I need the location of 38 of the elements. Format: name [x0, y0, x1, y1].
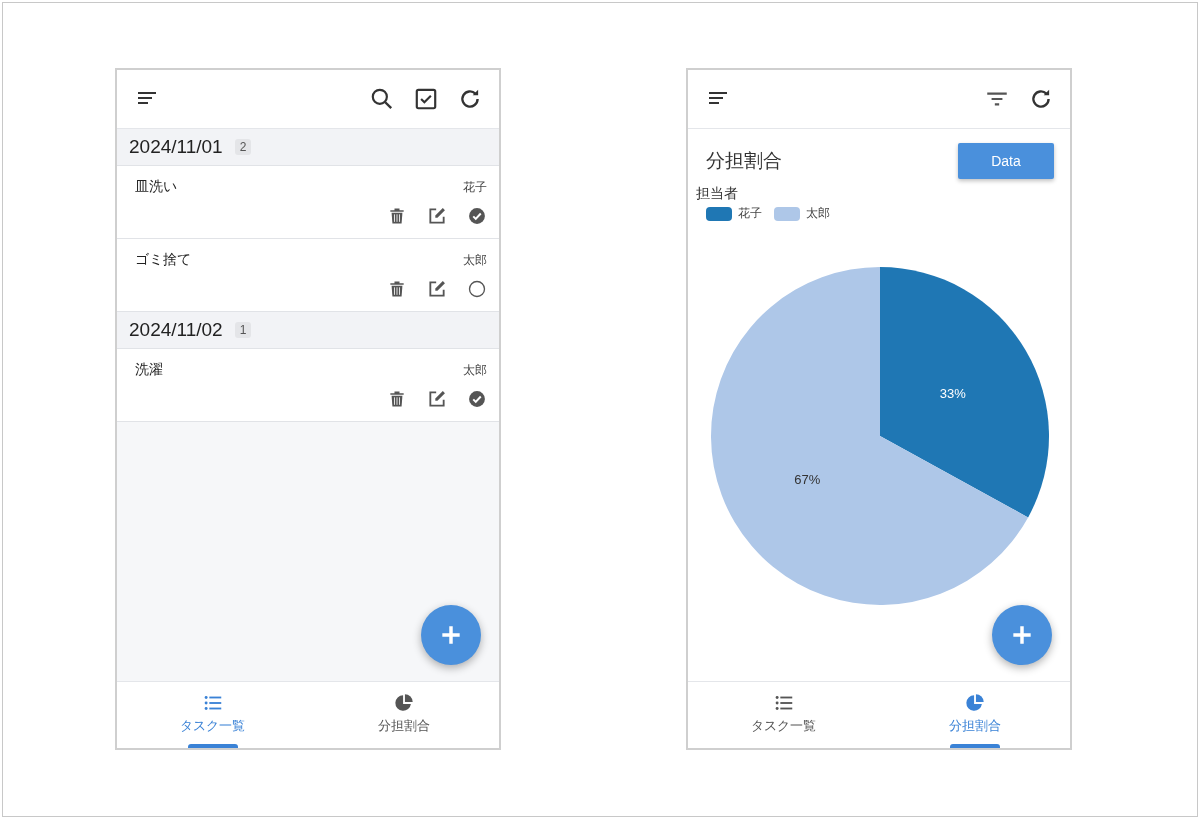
- empty-circle-icon[interactable]: [467, 279, 487, 299]
- task-name: 洗濯: [135, 361, 163, 379]
- trash-icon[interactable]: [387, 279, 407, 299]
- legend-label: 花子: [738, 205, 762, 222]
- date-label: 2024/11/01: [129, 136, 223, 158]
- chart-title: 分担割合: [706, 149, 782, 173]
- task-name: ゴミ捨て: [135, 251, 191, 269]
- nav-tab[interactable]: 分担割合: [308, 682, 499, 748]
- add-button[interactable]: [992, 605, 1052, 665]
- edit-icon[interactable]: [427, 389, 447, 409]
- task-row[interactable]: 洗濯 太郎: [117, 349, 499, 422]
- task-row[interactable]: ゴミ捨て 太郎: [117, 239, 499, 312]
- nav-tab[interactable]: 分担割合: [879, 682, 1070, 748]
- check-circle-icon[interactable]: [467, 206, 487, 226]
- edit-icon[interactable]: [427, 279, 447, 299]
- count-badge: 1: [234, 322, 252, 338]
- pie-chart-icon: [963, 691, 986, 714]
- task-name: 皿洗い: [135, 178, 177, 196]
- assignee-name: 花子: [463, 178, 487, 196]
- count-badge: 2: [234, 139, 252, 155]
- legend-label: 太郎: [806, 205, 830, 222]
- date-label: 2024/11/02: [129, 319, 223, 341]
- edit-icon[interactable]: [427, 206, 447, 226]
- check-circle-icon[interactable]: [467, 389, 487, 409]
- search-icon[interactable]: [369, 86, 395, 112]
- legend-title: 担当者: [696, 185, 739, 203]
- trash-icon[interactable]: [387, 206, 407, 226]
- task-row[interactable]: 皿洗い 花子: [117, 166, 499, 239]
- slice-label: 67%: [793, 472, 820, 487]
- assignee-name: 太郎: [463, 251, 487, 269]
- trash-icon[interactable]: [387, 389, 407, 409]
- nav-tab[interactable]: タスク一覧: [688, 682, 879, 748]
- slice-label: 33%: [939, 386, 966, 401]
- checkbox-icon[interactable]: [413, 86, 439, 112]
- pie-chart-icon: [392, 691, 415, 714]
- assignee-name: 太郎: [463, 361, 487, 379]
- nav-tab[interactable]: タスク一覧: [117, 682, 308, 748]
- add-button[interactable]: [421, 605, 481, 665]
